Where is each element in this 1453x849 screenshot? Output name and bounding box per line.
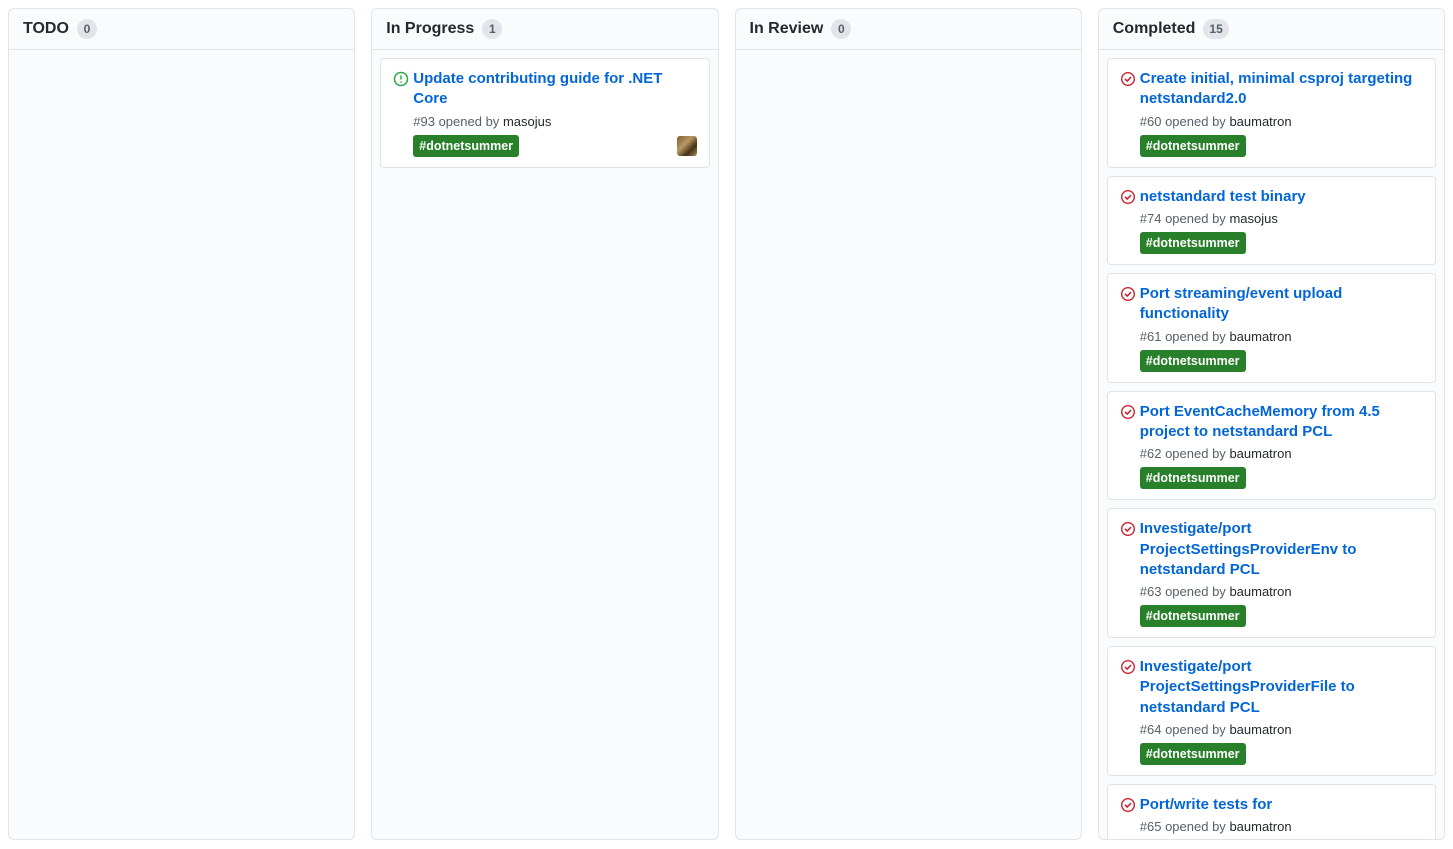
issue-number: #64 [1140, 722, 1162, 737]
issue-number: #61 [1140, 329, 1162, 344]
issue-author[interactable]: baumatron [1229, 446, 1291, 461]
column-body: Update contributing guide for .NET Core #… [372, 49, 717, 839]
issue-title-link[interactable]: netstandard test binary [1140, 188, 1306, 205]
issue-closed-icon [1120, 404, 1140, 420]
meta-prefix: opened by [1165, 722, 1226, 737]
column-title: Completed [1113, 20, 1196, 38]
issue-closed-icon [1120, 286, 1140, 302]
issue-meta: #60 opened by baumatron [1140, 114, 1423, 129]
issue-title-link[interactable]: Port streaming/event upload functionalit… [1140, 285, 1343, 322]
issue-title-link[interactable]: Port/write tests for [1140, 796, 1273, 813]
issue-meta: #62 opened by baumatron [1140, 446, 1423, 461]
issue-author[interactable]: baumatron [1229, 722, 1291, 737]
issue-card[interactable]: Investigate/port ProjectSettingsProvider… [1107, 646, 1436, 776]
issue-number: #93 [413, 114, 435, 129]
issue-label[interactable]: #dotnetsummer [1140, 467, 1246, 489]
column-header: Completed 15 [1099, 9, 1444, 49]
column-header: TODO 0 [9, 9, 354, 49]
board-column: In Progress 1 Update contributing guide fo… [371, 8, 718, 840]
issue-title-link[interactable]: Investigate/port ProjectSettingsProvider… [1140, 520, 1357, 578]
meta-prefix: opened by [1165, 584, 1226, 599]
issue-number: #65 [1140, 819, 1162, 834]
assignee-avatar[interactable] [677, 136, 697, 156]
issue-label[interactable]: #dotnetsummer [1140, 232, 1246, 254]
column-count-badge: 0 [831, 19, 851, 39]
issue-author[interactable]: baumatron [1229, 329, 1291, 344]
label-row: #dotnetsummer [1140, 605, 1423, 627]
board-column: In Review 0 [735, 8, 1082, 840]
issue-closed-icon [1120, 797, 1140, 813]
issue-author[interactable]: masojus [1229, 211, 1277, 226]
issue-card[interactable]: netstandard test binary #74 opened by mas… [1107, 176, 1436, 265]
issue-card[interactable]: Port EventCacheMemory from 4.5 project t… [1107, 391, 1436, 501]
column-title: TODO [23, 20, 69, 38]
issue-number: #74 [1140, 211, 1162, 226]
column-count-badge: 1 [482, 19, 502, 39]
issue-label[interactable]: #dotnetsummer [413, 135, 519, 157]
issue-closed-icon [1120, 521, 1140, 537]
column-title: In Review [750, 20, 824, 38]
issue-author[interactable]: baumatron [1229, 819, 1291, 834]
column-body [736, 49, 1081, 839]
issue-title-link[interactable]: Investigate/port ProjectSettingsProvider… [1140, 658, 1355, 716]
issue-title-link[interactable]: Update contributing guide for .NET Core [413, 70, 662, 107]
column-title: In Progress [386, 20, 474, 38]
project-board: TODO 0 In Progress 1 Update contributing gui… [8, 8, 1445, 840]
issue-author[interactable]: baumatron [1229, 114, 1291, 129]
issue-closed-icon [1120, 71, 1140, 87]
label-row: #dotnetsummer [1140, 350, 1423, 372]
issue-label[interactable]: #dotnetsummer [1140, 743, 1246, 765]
issue-closed-icon [1120, 659, 1140, 675]
issue-closed-icon [1120, 189, 1140, 205]
issue-card[interactable]: Port streaming/event upload functionalit… [1107, 273, 1436, 383]
issue-meta: #64 opened by baumatron [1140, 722, 1423, 737]
column-count-badge: 15 [1203, 19, 1228, 39]
issue-card[interactable]: Update contributing guide for .NET Core #… [380, 58, 709, 168]
issue-meta: #61 opened by baumatron [1140, 329, 1423, 344]
issue-title-link[interactable]: Port EventCacheMemory from 4.5 project t… [1140, 403, 1380, 440]
label-row: #dotnetsummer [413, 135, 696, 157]
column-body [9, 49, 354, 839]
label-row: #dotnetsummer [1140, 135, 1423, 157]
issue-card[interactable]: Create initial, minimal csproj targeting… [1107, 58, 1436, 168]
issue-number: #62 [1140, 446, 1162, 461]
issue-meta: #63 opened by baumatron [1140, 584, 1423, 599]
issue-author[interactable]: baumatron [1229, 584, 1291, 599]
issue-card[interactable]: Port/write tests for #65 opened by baumat… [1107, 784, 1436, 839]
meta-prefix: opened by [1165, 114, 1226, 129]
label-row: #dotnetsummer [1140, 232, 1423, 254]
issue-number: #63 [1140, 584, 1162, 599]
issue-card[interactable]: Investigate/port ProjectSettingsProvider… [1107, 508, 1436, 638]
column-header: In Progress 1 [372, 9, 717, 49]
label-row: #dotnetsummer [1140, 743, 1423, 765]
issue-number: #60 [1140, 114, 1162, 129]
issue-open-icon [393, 71, 413, 87]
issue-meta: #65 opened by baumatron [1140, 819, 1423, 834]
label-row: #dotnetsummer [1140, 467, 1423, 489]
issue-meta: #93 opened by masojus [413, 114, 696, 129]
board-column: Completed 15 Create initial, minimal cspro… [1098, 8, 1445, 840]
meta-prefix: opened by [1165, 329, 1226, 344]
issue-label[interactable]: #dotnetsummer [1140, 135, 1246, 157]
column-header: In Review 0 [736, 9, 1081, 49]
meta-prefix: opened by [439, 114, 500, 129]
meta-prefix: opened by [1165, 446, 1226, 461]
issue-title-link[interactable]: Create initial, minimal csproj targeting… [1140, 70, 1413, 107]
column-body[interactable]: Create initial, minimal csproj targeting… [1099, 49, 1444, 839]
issue-meta: #74 opened by masojus [1140, 211, 1423, 226]
meta-prefix: opened by [1165, 211, 1226, 226]
column-count-badge: 0 [77, 19, 97, 39]
issue-label[interactable]: #dotnetsummer [1140, 605, 1246, 627]
issue-label[interactable]: #dotnetsummer [1140, 350, 1246, 372]
meta-prefix: opened by [1165, 819, 1226, 834]
issue-author[interactable]: masojus [503, 114, 551, 129]
board-column: TODO 0 [8, 8, 355, 840]
